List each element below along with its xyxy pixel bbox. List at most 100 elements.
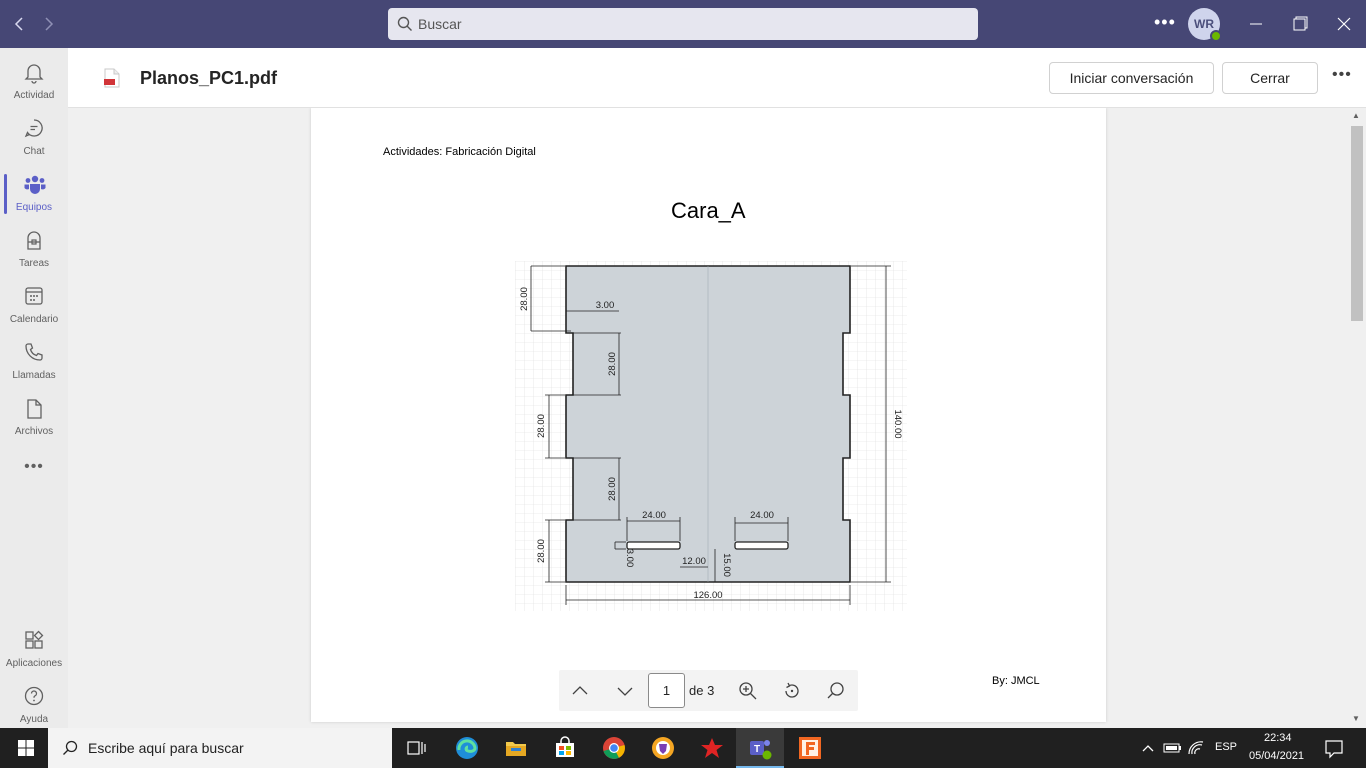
rotate-icon: [785, 682, 799, 698]
dim-label: 28.00: [536, 414, 547, 438]
search-icon: [827, 682, 844, 699]
search-icon: [397, 16, 412, 31]
rail-item-equipos[interactable]: Equipos: [0, 166, 68, 222]
rail-label: Aplicaciones: [5, 658, 63, 669]
clock-time[interactable]: 22:34: [1264, 732, 1292, 744]
more-options-icon[interactable]: •••: [1332, 66, 1352, 84]
close-window-button[interactable]: [1332, 12, 1356, 36]
taskbar-search-input[interactable]: Escribe aquí para buscar: [48, 728, 392, 768]
pdf-page: Actividades: Fabricación Digital Cara_A: [311, 108, 1106, 722]
file-icon: [27, 399, 42, 419]
pdf-pager: 1 de 3: [559, 670, 858, 711]
windows-logo-icon: [18, 740, 34, 756]
next-page-button[interactable]: [614, 680, 636, 702]
app-rail: Actividad Chat Equipos Tareas Calendario…: [0, 48, 68, 728]
page-title: Cara_A: [671, 198, 746, 223]
dim-label: 24.00: [750, 510, 774, 521]
back-arrow-icon[interactable]: [10, 14, 30, 34]
dim-label: 3.00: [596, 300, 615, 311]
rail-item-tareas[interactable]: Tareas: [0, 222, 68, 278]
minimize-button[interactable]: [1244, 12, 1268, 36]
rail-label: Llamadas: [12, 370, 56, 381]
rail-label: Equipos: [15, 202, 53, 213]
title-bar: Buscar ••• WR: [0, 0, 1366, 48]
svg-text:T: T: [754, 744, 760, 755]
more-options-icon[interactable]: •••: [1154, 12, 1176, 33]
phone-icon: [25, 343, 43, 361]
edge-browser-icon[interactable]: [453, 734, 481, 762]
windows-taskbar: Escribe aquí para buscar T ESP 22:34 05/…: [0, 728, 1366, 768]
rail-item-ayuda[interactable]: Ayuda: [0, 678, 68, 734]
file-title: Planos_PC1.pdf: [140, 68, 278, 88]
dim-label: 3.00: [624, 549, 635, 568]
brave-browser-icon[interactable]: [649, 734, 677, 762]
page-header-text: Actividades: Fabricación Digital: [383, 146, 536, 158]
zoom-in-icon: [739, 682, 757, 700]
search-placeholder: Buscar: [418, 16, 462, 32]
rail-item-actividad[interactable]: Actividad: [0, 54, 68, 110]
previous-page-button[interactable]: [569, 680, 591, 702]
rail-item-llamadas[interactable]: Llamadas: [0, 334, 68, 390]
rail-label: Calendario: [9, 314, 59, 325]
dim-label: 12.00: [682, 556, 706, 567]
rail-label: Ayuda: [19, 714, 49, 725]
rail-label: Tareas: [18, 258, 49, 269]
teams-icon: [24, 175, 46, 194]
rail-item-aplicaciones[interactable]: Aplicaciones: [0, 622, 68, 678]
technical-drawing: 28.00 3.00 28.00 28.00 28.00 28.00 24.00…: [515, 261, 907, 611]
fusion-app-icon[interactable]: [796, 734, 824, 762]
close-button[interactable]: Cerrar: [1222, 62, 1318, 94]
scroll-up-icon[interactable]: ▲: [1352, 111, 1360, 120]
notifications-icon[interactable]: [1320, 734, 1348, 762]
clock-date[interactable]: 05/04/2021: [1249, 750, 1304, 762]
page-number-input[interactable]: 1: [648, 673, 685, 708]
avatar-initials: WR: [1194, 17, 1214, 31]
search-icon: [63, 740, 78, 755]
dim-label: 28.00: [519, 287, 530, 311]
maximize-button[interactable]: [1288, 12, 1312, 36]
file-header: Planos_PC1.pdf Iniciar conversación Cerr…: [68, 48, 1366, 108]
dim-label: 126.00: [693, 590, 722, 601]
dim-label: 140.00: [892, 409, 903, 438]
language-indicator[interactable]: ESP: [1215, 741, 1237, 753]
page-count: de 3: [689, 683, 715, 698]
task-view-icon[interactable]: [402, 734, 430, 762]
pdf-file-icon: [104, 68, 120, 88]
search-input[interactable]: Buscar: [388, 8, 978, 40]
start-conversation-button[interactable]: Iniciar conversación: [1049, 62, 1214, 94]
vertical-scrollbar[interactable]: ▲ ▼: [1348, 108, 1366, 728]
dim-label: 15.00: [721, 553, 732, 577]
rail-item-calendario[interactable]: Calendario: [0, 278, 68, 334]
chevron-down-icon: [617, 687, 633, 696]
dim-label: 24.00: [642, 510, 666, 521]
calendar-icon: [25, 287, 43, 305]
presence-available-icon: [1210, 30, 1222, 42]
search-document-button[interactable]: [825, 680, 847, 702]
avatar[interactable]: WR: [1188, 8, 1222, 42]
more-apps-icon[interactable]: •••: [0, 458, 68, 476]
forward-arrow-icon[interactable]: [38, 14, 58, 34]
store-icon[interactable]: [551, 734, 579, 762]
file-explorer-icon[interactable]: [502, 734, 530, 762]
scrollbar-thumb[interactable]: [1351, 126, 1363, 321]
app-red-star-icon[interactable]: [698, 734, 726, 762]
help-icon: [24, 686, 44, 706]
rail-label: Archivos: [14, 426, 54, 437]
zoom-in-button[interactable]: [737, 680, 759, 702]
pdf-viewer[interactable]: Actividades: Fabricación Digital Cara_A: [68, 108, 1348, 728]
page-author: By: JMCL: [992, 675, 1040, 687]
tasks-icon: [27, 231, 41, 250]
apps-icon: [25, 630, 44, 649]
slot-right: [734, 541, 789, 550]
windows-start-button[interactable]: [12, 734, 40, 762]
rail-item-chat[interactable]: Chat: [0, 110, 68, 166]
rail-item-archivos[interactable]: Archivos: [0, 390, 68, 446]
rotate-button[interactable]: [781, 680, 803, 702]
teams-taskbar-icon[interactable]: T: [746, 734, 774, 762]
battery-icon[interactable]: [1158, 734, 1186, 762]
wifi-icon[interactable]: [1183, 734, 1211, 762]
scroll-down-icon[interactable]: ▼: [1352, 714, 1360, 723]
rail-label: Chat: [23, 146, 45, 157]
bell-icon: [24, 64, 44, 84]
chrome-icon[interactable]: [600, 734, 628, 762]
